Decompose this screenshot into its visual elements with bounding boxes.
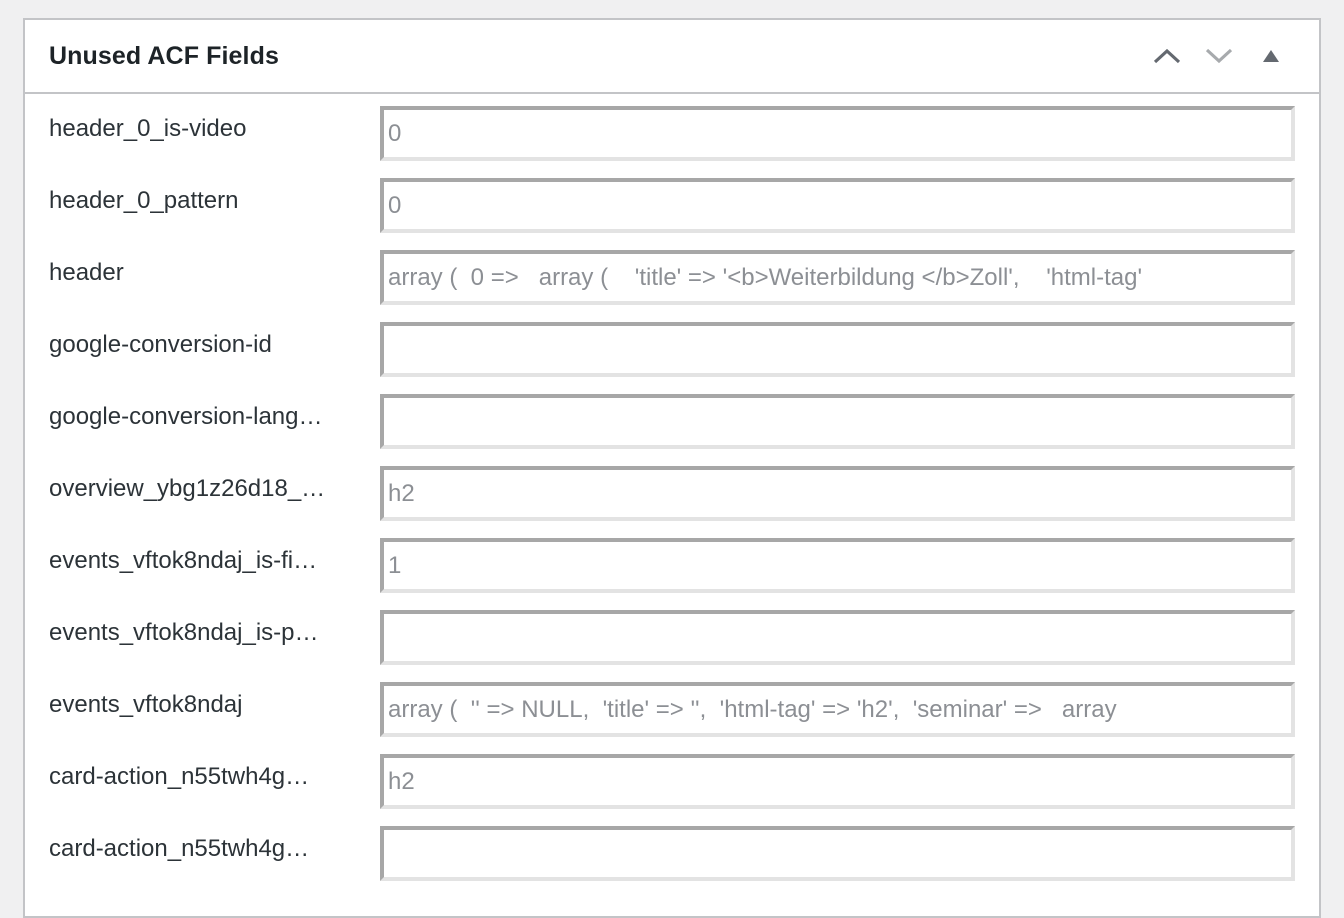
- field-row: overview_ybg1z26d18_…: [25, 466, 1319, 538]
- field-value-input[interactable]: [380, 754, 1295, 809]
- field-label: card-action_n55twh4g…: [49, 763, 310, 790]
- field-row: header: [25, 250, 1319, 322]
- triangle-up-icon: [1262, 49, 1280, 63]
- field-row: events_vftok8ndaj: [25, 682, 1319, 754]
- field-row: google-conversion-id: [25, 322, 1319, 394]
- field-label: events_vftok8ndaj: [49, 691, 243, 718]
- field-label: events_vftok8ndaj_is-p…: [49, 619, 319, 646]
- metabox-header: Unused ACF Fields: [25, 20, 1319, 94]
- toggle-panel-button[interactable]: [1245, 30, 1297, 82]
- field-label: header_0_pattern: [49, 187, 239, 214]
- field-value-input[interactable]: [380, 466, 1295, 521]
- field-row: events_vftok8ndaj_is-p…: [25, 610, 1319, 682]
- field-label: google-conversion-lang…: [49, 403, 323, 430]
- field-value-input[interactable]: [380, 250, 1295, 305]
- fields-list: header_0_is-video header_0_pattern heade…: [25, 94, 1319, 898]
- field-label: card-action_n55twh4g…: [49, 835, 310, 862]
- field-label: header_0_is-video: [49, 115, 247, 142]
- field-label: overview_ybg1z26d18_…: [49, 475, 326, 502]
- unused-acf-fields-metabox: Unused ACF Fields header_0_is-video 0 he…: [23, 18, 1321, 918]
- move-up-button[interactable]: [1141, 30, 1193, 82]
- field-row: header_0_pattern: [25, 178, 1319, 250]
- field-row: card-action_n55twh4g…: [25, 754, 1319, 826]
- field-value-input[interactable]: [380, 106, 1295, 161]
- field-row: events_vftok8ndaj_is-fi…: [25, 538, 1319, 610]
- field-label: events_vftok8ndaj_is-fi…: [49, 547, 318, 574]
- field-value-input[interactable]: [380, 394, 1295, 449]
- chevron-up-icon: [1152, 47, 1182, 65]
- field-value-input[interactable]: [380, 610, 1295, 665]
- field-value-input[interactable]: [380, 682, 1295, 737]
- metabox-title: Unused ACF Fields: [49, 41, 279, 70]
- field-row: google-conversion-lang…: [25, 394, 1319, 466]
- field-label: google-conversion-id: [49, 331, 272, 358]
- field-row: card-action_n55twh4g…: [25, 826, 1319, 898]
- chevron-down-icon: [1204, 47, 1234, 65]
- field-value-input[interactable]: [380, 178, 1295, 233]
- field-value-input[interactable]: [380, 826, 1295, 881]
- move-down-button[interactable]: [1193, 30, 1245, 82]
- field-label: header: [49, 259, 124, 286]
- field-value-input[interactable]: [380, 322, 1295, 377]
- field-value-input[interactable]: [380, 538, 1295, 593]
- field-row: header_0_is-video: [25, 106, 1319, 178]
- handle-actions: [1141, 30, 1297, 82]
